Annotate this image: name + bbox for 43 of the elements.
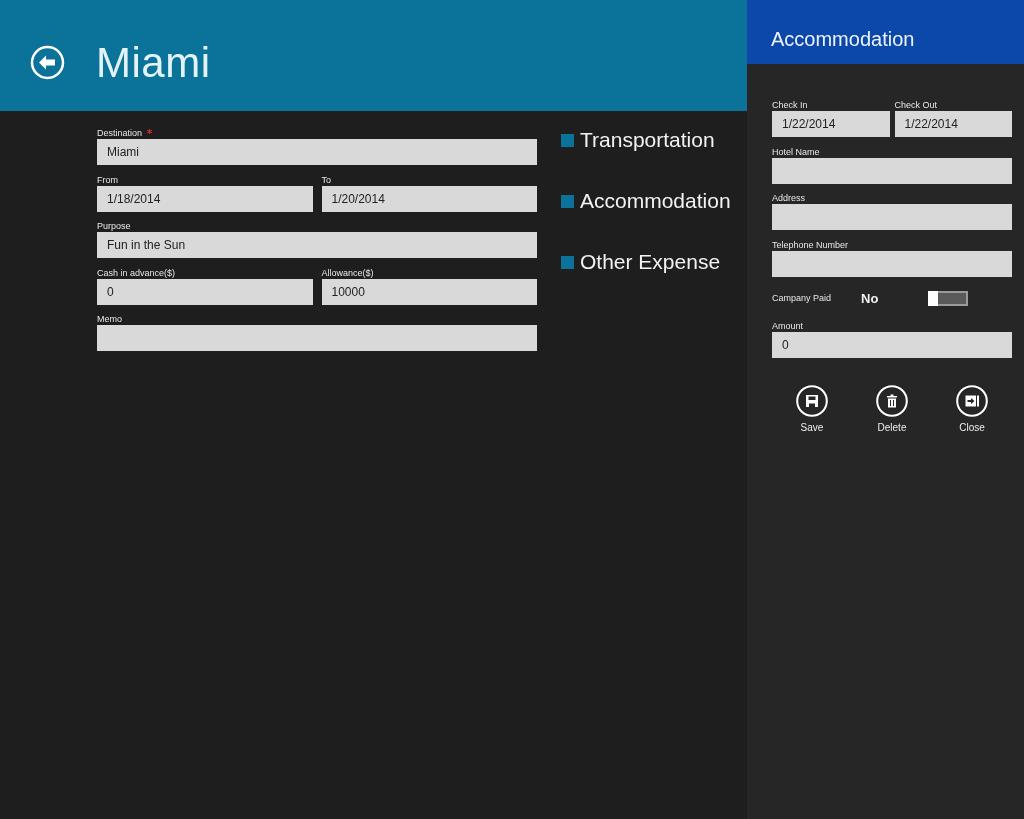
field-label: Purpose — [97, 220, 131, 232]
field-label: To — [321, 173, 331, 186]
square-bullet-icon — [561, 194, 574, 208]
trash-can-icon — [876, 385, 908, 417]
category-link[interactable]: Accommodation — [580, 188, 731, 214]
input-field[interactable]: Fun in the Sun — [97, 232, 537, 258]
input-field[interactable] — [772, 157, 1012, 184]
input-field[interactable]: 1/20/2014 — [321, 185, 537, 212]
field-label: From — [97, 173, 118, 186]
toggle-label: Campany Paid — [772, 293, 833, 303]
field-label: Allowance($) — [321, 266, 374, 279]
input-field[interactable] — [772, 250, 1012, 277]
category-link[interactable]: Other Expense — [580, 249, 721, 275]
input-field[interactable]: 1/22/2014 — [772, 111, 890, 137]
field-label: Check In — [772, 99, 808, 111]
field-label: Destination — [97, 127, 143, 139]
input-field[interactable]: 1/18/2014 — [97, 185, 313, 212]
close-button[interactable]: Close — [932, 385, 1012, 433]
field-label: Telephone Number — [772, 238, 849, 251]
field-label: Address — [772, 192, 806, 204]
field-label: Amount — [772, 319, 804, 332]
floppy-disk-icon — [796, 385, 828, 417]
save-button[interactable]: Save — [772, 385, 852, 433]
square-bullet-icon — [561, 255, 574, 269]
input-field[interactable]: 10000 — [321, 278, 537, 305]
square-bullet-icon — [561, 133, 574, 147]
category-link[interactable]: Transportation — [580, 127, 715, 153]
input-field[interactable]: 0 — [97, 278, 313, 305]
back-button[interactable] — [30, 45, 65, 80]
field-label: Cash in advance($) — [97, 266, 176, 279]
field-label: Memo — [97, 313, 122, 325]
delete-button[interactable]: Delete — [852, 385, 932, 433]
toggle-switch[interactable] — [928, 290, 968, 306]
field-label: Hotel Name — [772, 145, 820, 158]
input-field[interactable]: 1/22/2014 — [894, 111, 1012, 137]
field-label: Check Out — [894, 99, 938, 111]
toggle-state-text: No — [861, 290, 880, 306]
panel-title: Accommodation — [771, 27, 915, 51]
input-field[interactable]: 0 — [772, 331, 1012, 358]
input-field[interactable]: Miami — [97, 139, 537, 165]
input-field[interactable] — [97, 325, 537, 351]
input-field[interactable] — [772, 204, 1012, 230]
page-title: Miami — [96, 37, 211, 88]
